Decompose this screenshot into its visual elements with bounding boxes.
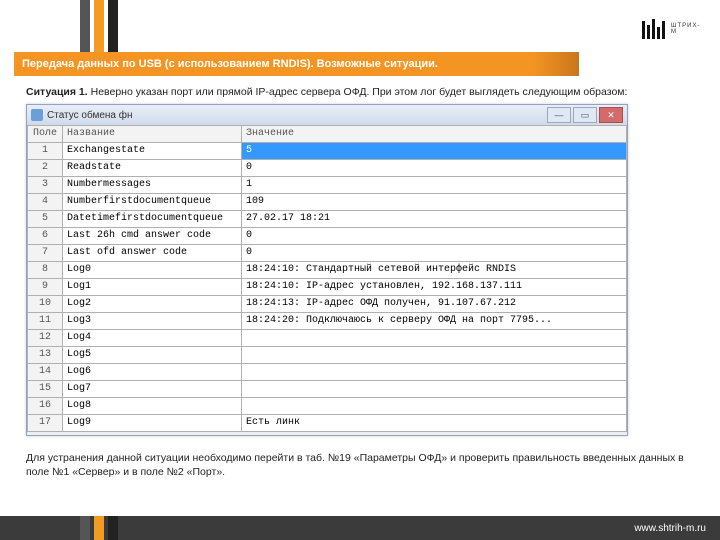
row-name: Log4	[63, 330, 242, 347]
row-name: Log3	[63, 313, 242, 330]
row-value	[242, 347, 627, 364]
table-row[interactable]: 4Numberfirstdocumentqueue109	[28, 194, 627, 211]
table-row[interactable]: 1Exchangestate5	[28, 143, 627, 160]
table-row[interactable]: 11Log318:24:20: Подключаюсь к серверу ОФ…	[28, 313, 627, 330]
table-row[interactable]: 10Log218:24:13: IP-адрес ОФД получен, 91…	[28, 296, 627, 313]
row-number: 13	[28, 347, 63, 364]
row-value: 0	[242, 245, 627, 262]
window-titlebar: Статус обмена фн — ▭ ✕	[27, 105, 627, 125]
row-name: Log9	[63, 415, 242, 432]
row-number: 6	[28, 228, 63, 245]
table-row[interactable]: 16Log8	[28, 398, 627, 415]
row-name: Exchangestate	[63, 143, 242, 160]
maximize-button[interactable]: ▭	[573, 107, 597, 123]
row-number: 11	[28, 313, 63, 330]
row-value: 18:24:13: IP-адрес ОФД получен, 91.107.6…	[242, 296, 627, 313]
row-name: Numbermessages	[63, 177, 242, 194]
col-value: Значение	[242, 126, 627, 143]
row-number: 1	[28, 143, 63, 160]
row-value: 0	[242, 228, 627, 245]
row-number: 5	[28, 211, 63, 228]
status-table: Поле Название Значение 1Exchangestate52R…	[27, 125, 627, 432]
row-value: 109	[242, 194, 627, 211]
row-name: Log0	[63, 262, 242, 279]
row-value	[242, 364, 627, 381]
slide-title-bar: Передача данных по USB (с использованием…	[14, 52, 579, 76]
row-number: 3	[28, 177, 63, 194]
row-name: Last ofd answer code	[63, 245, 242, 262]
row-number: 14	[28, 364, 63, 381]
row-number: 12	[28, 330, 63, 347]
situation-text: Ситуация 1. Неверно указан порт или прям…	[26, 86, 700, 99]
remedy-text: Для устранения данной ситуации необходим…	[26, 452, 690, 479]
row-name: Log7	[63, 381, 242, 398]
table-row[interactable]: 5Datetimefirstdocumentqueue27.02.17 18:2…	[28, 211, 627, 228]
minimize-button[interactable]: —	[547, 107, 571, 123]
table-row[interactable]: 13Log5	[28, 347, 627, 364]
footer-accent-stripes	[80, 516, 122, 540]
row-name: Last 26h cmd answer code	[63, 228, 242, 245]
table-row[interactable]: 7Last ofd answer code0	[28, 245, 627, 262]
col-name: Название	[63, 126, 242, 143]
row-number: 16	[28, 398, 63, 415]
row-number: 10	[28, 296, 63, 313]
row-value: 5	[242, 143, 627, 160]
table-row[interactable]: 17Log9Есть линк	[28, 415, 627, 432]
row-name: Log2	[63, 296, 242, 313]
table-row[interactable]: 12Log4	[28, 330, 627, 347]
row-value: 18:24:10: IP-адрес установлен, 192.168.1…	[242, 279, 627, 296]
row-number: 4	[28, 194, 63, 211]
row-name: Log8	[63, 398, 242, 415]
brand-name: ШТРИХ-М	[671, 23, 702, 35]
row-value: 18:24:10: Стандартный сетевой интерфейс …	[242, 262, 627, 279]
row-value	[242, 398, 627, 415]
close-button[interactable]: ✕	[599, 107, 623, 123]
window-icon	[31, 109, 43, 121]
window-controls: — ▭ ✕	[547, 107, 623, 123]
window-title: Статус обмена фн	[47, 110, 133, 121]
slide-title: Передача данных по USB (с использованием…	[14, 58, 438, 70]
row-value: 27.02.17 18:21	[242, 211, 627, 228]
row-name: Log6	[63, 364, 242, 381]
table-row[interactable]: 9Log118:24:10: IP-адрес установлен, 192.…	[28, 279, 627, 296]
status-window: Статус обмена фн — ▭ ✕ Поле Название Зна…	[26, 104, 628, 436]
row-name: Datetimefirstdocumentqueue	[63, 211, 242, 228]
row-number: 7	[28, 245, 63, 262]
table-row[interactable]: 6Last 26h cmd answer code0	[28, 228, 627, 245]
row-name: Log5	[63, 347, 242, 364]
brand-logo: ШТРИХ-М	[642, 14, 702, 44]
row-name: Numberfirstdocumentqueue	[63, 194, 242, 211]
row-name: Readstate	[63, 160, 242, 177]
row-number: 8	[28, 262, 63, 279]
row-value	[242, 330, 627, 347]
table-row[interactable]: 14Log6	[28, 364, 627, 381]
table-row[interactable]: 2Readstate0	[28, 160, 627, 177]
col-field: Поле	[28, 126, 63, 143]
row-value: 18:24:20: Подключаюсь к серверу ОФД на п…	[242, 313, 627, 330]
row-number: 2	[28, 160, 63, 177]
row-value: Есть линк	[242, 415, 627, 432]
row-name: Log1	[63, 279, 242, 296]
row-number: 9	[28, 279, 63, 296]
row-value: 0	[242, 160, 627, 177]
row-value	[242, 381, 627, 398]
table-row[interactable]: 8Log018:24:10: Стандартный сетевой интер…	[28, 262, 627, 279]
table-row[interactable]: 15Log7	[28, 381, 627, 398]
footer-url: www.shtrih-m.ru	[634, 523, 706, 534]
row-number: 15	[28, 381, 63, 398]
row-value: 1	[242, 177, 627, 194]
table-row[interactable]: 3Numbermessages1	[28, 177, 627, 194]
row-number: 17	[28, 415, 63, 432]
